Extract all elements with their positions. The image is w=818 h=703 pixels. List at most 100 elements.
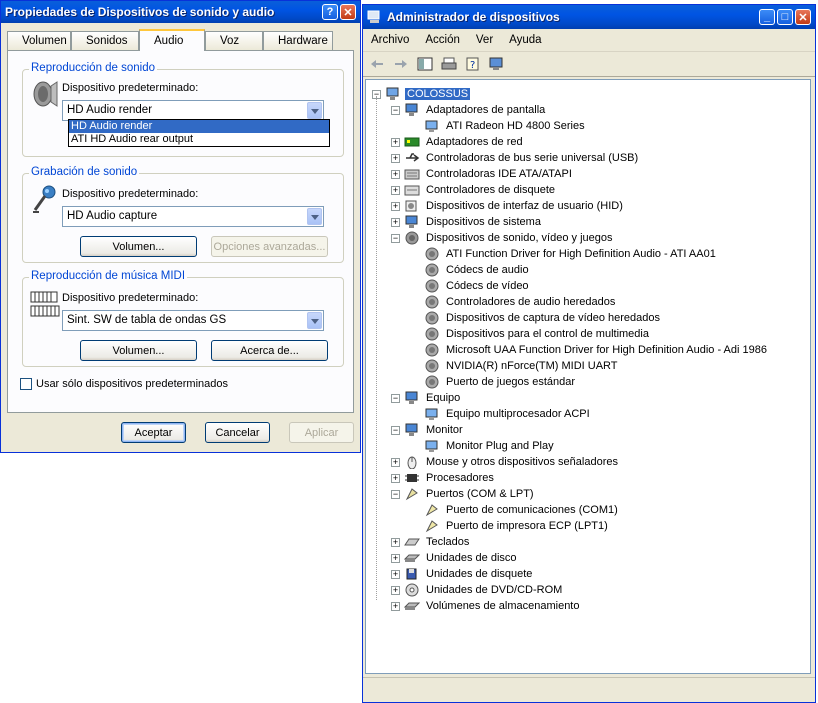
playback-device-select[interactable]: HD Audio render [62, 100, 324, 121]
sound-title-bar[interactable]: Propiedades de Dispositivos de sonido y … [1, 1, 360, 23]
device-manager-icon [367, 10, 380, 23]
dm-close-button[interactable]: ✕ [795, 9, 811, 25]
dropdown-option-hd-audio-render[interactable]: HD Audio render [69, 120, 329, 133]
back-arrow-icon[interactable] [367, 55, 387, 73]
tree-category[interactable]: + Teclados [391, 534, 471, 550]
tree-item-label: Controladores de disquete [426, 184, 556, 196]
tree-device[interactable]: ATI Radeon HD 4800 Series [424, 118, 587, 134]
tree-device[interactable]: Puerto de comunicaciones (COM1) [424, 502, 620, 518]
tree-category[interactable]: + Unidades de disco [391, 550, 519, 566]
collapse-icon[interactable]: − [391, 489, 400, 499]
tree-category[interactable]: − Dispositivos de sonido, vídeo y juegos [391, 230, 615, 246]
tree-device[interactable]: Puerto de impresora ECP (LPT1) [424, 518, 610, 534]
show-hide-tree-icon[interactable] [415, 55, 435, 73]
collapse-icon[interactable]: − [391, 233, 400, 243]
properties-help-icon[interactable]: ? [463, 55, 483, 73]
maximize-button[interactable]: □ [777, 9, 793, 25]
tree-device[interactable]: Microsoft UAA Function Driver for High D… [424, 342, 769, 358]
expand-icon[interactable]: + [391, 201, 400, 211]
tree-device[interactable]: NVIDIA(R) nForce(TM) MIDI UART [424, 358, 620, 374]
tree-category[interactable]: − Adaptadores de pantalla [391, 102, 547, 118]
tree-item-label: Equipo [426, 392, 461, 404]
tree-device[interactable]: Puerto de juegos estándar [424, 374, 577, 390]
tree-device[interactable]: Equipo multiprocesador ACPI [424, 406, 592, 422]
expand-icon[interactable]: + [391, 569, 400, 579]
forward-arrow-icon[interactable] [391, 55, 411, 73]
tree-category[interactable]: + Dispositivos de sistema [391, 214, 543, 230]
tab-hardware[interactable]: Hardware [263, 31, 333, 50]
tree-device[interactable]: Dispositivos de captura de vídeo heredad… [424, 310, 662, 326]
tree-category[interactable]: − Puertos (COM & LPT) [391, 486, 536, 502]
collapse-icon[interactable]: − [391, 105, 400, 115]
recording-volume-button[interactable]: Volumen... [80, 236, 197, 257]
expand-icon[interactable]: + [391, 169, 400, 179]
dropdown-option-ati-rear-output[interactable]: ATI HD Audio rear output [69, 133, 329, 146]
menu-ayuda[interactable]: Ayuda [501, 34, 549, 46]
playback-dropdown-list: HD Audio render ATI HD Audio rear output [68, 119, 330, 147]
expand-icon[interactable]: + [391, 137, 400, 147]
collapse-icon[interactable]: − [391, 425, 400, 435]
expand-icon[interactable]: + [391, 217, 400, 227]
tree-root-colossus[interactable]: − COLOSSUS [372, 86, 471, 102]
tree-category[interactable]: − Monitor [391, 422, 465, 438]
tree-category[interactable]: + Mouse y otros dispositivos señaladores [391, 454, 620, 470]
minimize-button[interactable]: _ [759, 9, 775, 25]
tree-item-label: NVIDIA(R) nForce(TM) MIDI UART [446, 360, 618, 372]
expand-icon[interactable]: + [391, 457, 400, 467]
tree-category[interactable]: + Adaptadores de red [391, 134, 525, 150]
chevron-down-icon[interactable] [307, 208, 322, 225]
tab-volumen[interactable]: Volumen [7, 31, 71, 50]
expand-icon[interactable]: + [391, 185, 400, 195]
dm-window-title: Administrador de dispositivos [387, 10, 560, 24]
tree-category[interactable]: + Volúmenes de almacenamiento [391, 598, 581, 614]
tree-category[interactable]: − Equipo [391, 390, 462, 406]
ok-button[interactable]: Aceptar [121, 422, 186, 443]
recording-device-select[interactable]: HD Audio capture [62, 206, 324, 227]
only-default-label: Usar sólo dispositivos predeterminados [36, 378, 228, 390]
tree-item-label: Códecs de audio [446, 264, 529, 276]
tree-device[interactable]: Códecs de audio [424, 262, 531, 278]
tree-category[interactable]: + Unidades de DVD/CD-ROM [391, 582, 564, 598]
tree-device[interactable]: Controladores de audio heredados [424, 294, 617, 310]
midi-volume-button[interactable]: Volumen... [80, 340, 197, 361]
close-button[interactable]: ✕ [340, 4, 356, 20]
tab-audio[interactable]: Audio [139, 29, 205, 51]
menu-ver[interactable]: Ver [468, 34, 501, 46]
tree-category[interactable]: + Dispositivos de interfaz de usuario (HI… [391, 198, 625, 214]
tree-category[interactable]: + Procesadores [391, 470, 496, 486]
tree-category[interactable]: + Unidades de disquete [391, 566, 534, 582]
expand-icon[interactable]: + [391, 473, 400, 483]
dm-title-bar[interactable]: Administrador de dispositivos _ □ ✕ [363, 5, 815, 29]
collapse-icon[interactable]: − [391, 393, 400, 403]
expand-icon[interactable]: + [391, 585, 400, 595]
tree-category[interactable]: + Controladoras de bus serie universal (U… [391, 150, 640, 166]
tab-voz[interactable]: Voz [205, 31, 263, 50]
scan-hardware-icon[interactable] [487, 55, 507, 73]
advanced-options-button[interactable]: Opciones avanzadas... [211, 236, 328, 257]
chevron-down-icon[interactable] [307, 102, 322, 119]
sound-device-icon [425, 247, 439, 261]
tree-category[interactable]: + Controladores de disquete [391, 182, 557, 198]
menu-archivo[interactable]: Archivo [363, 34, 417, 46]
menu-accion[interactable]: Acción [417, 34, 468, 46]
help-button[interactable]: ? [322, 4, 338, 20]
midi-about-button[interactable]: Acerca de... [211, 340, 328, 361]
tree-device[interactable]: Dispositivos para el control de multimed… [424, 326, 651, 342]
tree-item-label: Puertos (COM & LPT) [426, 488, 534, 500]
apply-button[interactable]: Aplicar [289, 422, 354, 443]
tree-category[interactable]: + Controladoras IDE ATA/ATAPI [391, 166, 574, 182]
chevron-down-icon[interactable] [307, 312, 322, 329]
expand-icon[interactable]: + [391, 601, 400, 611]
only-default-checkbox[interactable] [20, 378, 32, 390]
tree-device[interactable]: ATI Function Driver for High Definition … [424, 246, 718, 262]
cancel-button[interactable]: Cancelar [205, 422, 270, 443]
midi-device-select[interactable]: Sint. SW de tabla de ondas GS [62, 310, 324, 331]
expand-icon[interactable]: + [391, 537, 400, 547]
expand-icon[interactable]: + [391, 553, 400, 563]
speaker-icon [33, 81, 58, 107]
print-icon[interactable] [439, 55, 459, 73]
tree-device[interactable]: Códecs de vídeo [424, 278, 531, 294]
tab-sonidos[interactable]: Sonidos [71, 31, 139, 50]
expand-icon[interactable]: + [391, 153, 400, 163]
tree-device[interactable]: Monitor Plug and Play [424, 438, 556, 454]
